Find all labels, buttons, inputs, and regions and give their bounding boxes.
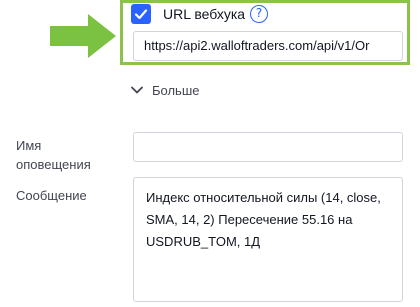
alert-name-label: Имя оповещения — [16, 138, 91, 172]
webhook-label[interactable]: URL вебхука — [163, 4, 245, 24]
more-label: Больше — [152, 82, 200, 98]
more-toggle[interactable]: Больше — [130, 80, 200, 100]
checkmark-icon — [134, 9, 148, 20]
question-circle-icon[interactable]: ? — [250, 5, 268, 23]
webhook-checkbox[interactable] — [131, 4, 151, 24]
alert-name-input[interactable] — [133, 132, 403, 162]
message-label: Сообщение — [16, 188, 87, 203]
green-arrow-icon — [50, 14, 116, 58]
message-textarea[interactable]: Индекс относительной силы (14, close, SM… — [133, 177, 403, 302]
chevron-down-icon — [131, 86, 143, 94]
webhook-url-input[interactable]: https://api2.walloftraders.com/api/v1/Or — [133, 31, 403, 61]
